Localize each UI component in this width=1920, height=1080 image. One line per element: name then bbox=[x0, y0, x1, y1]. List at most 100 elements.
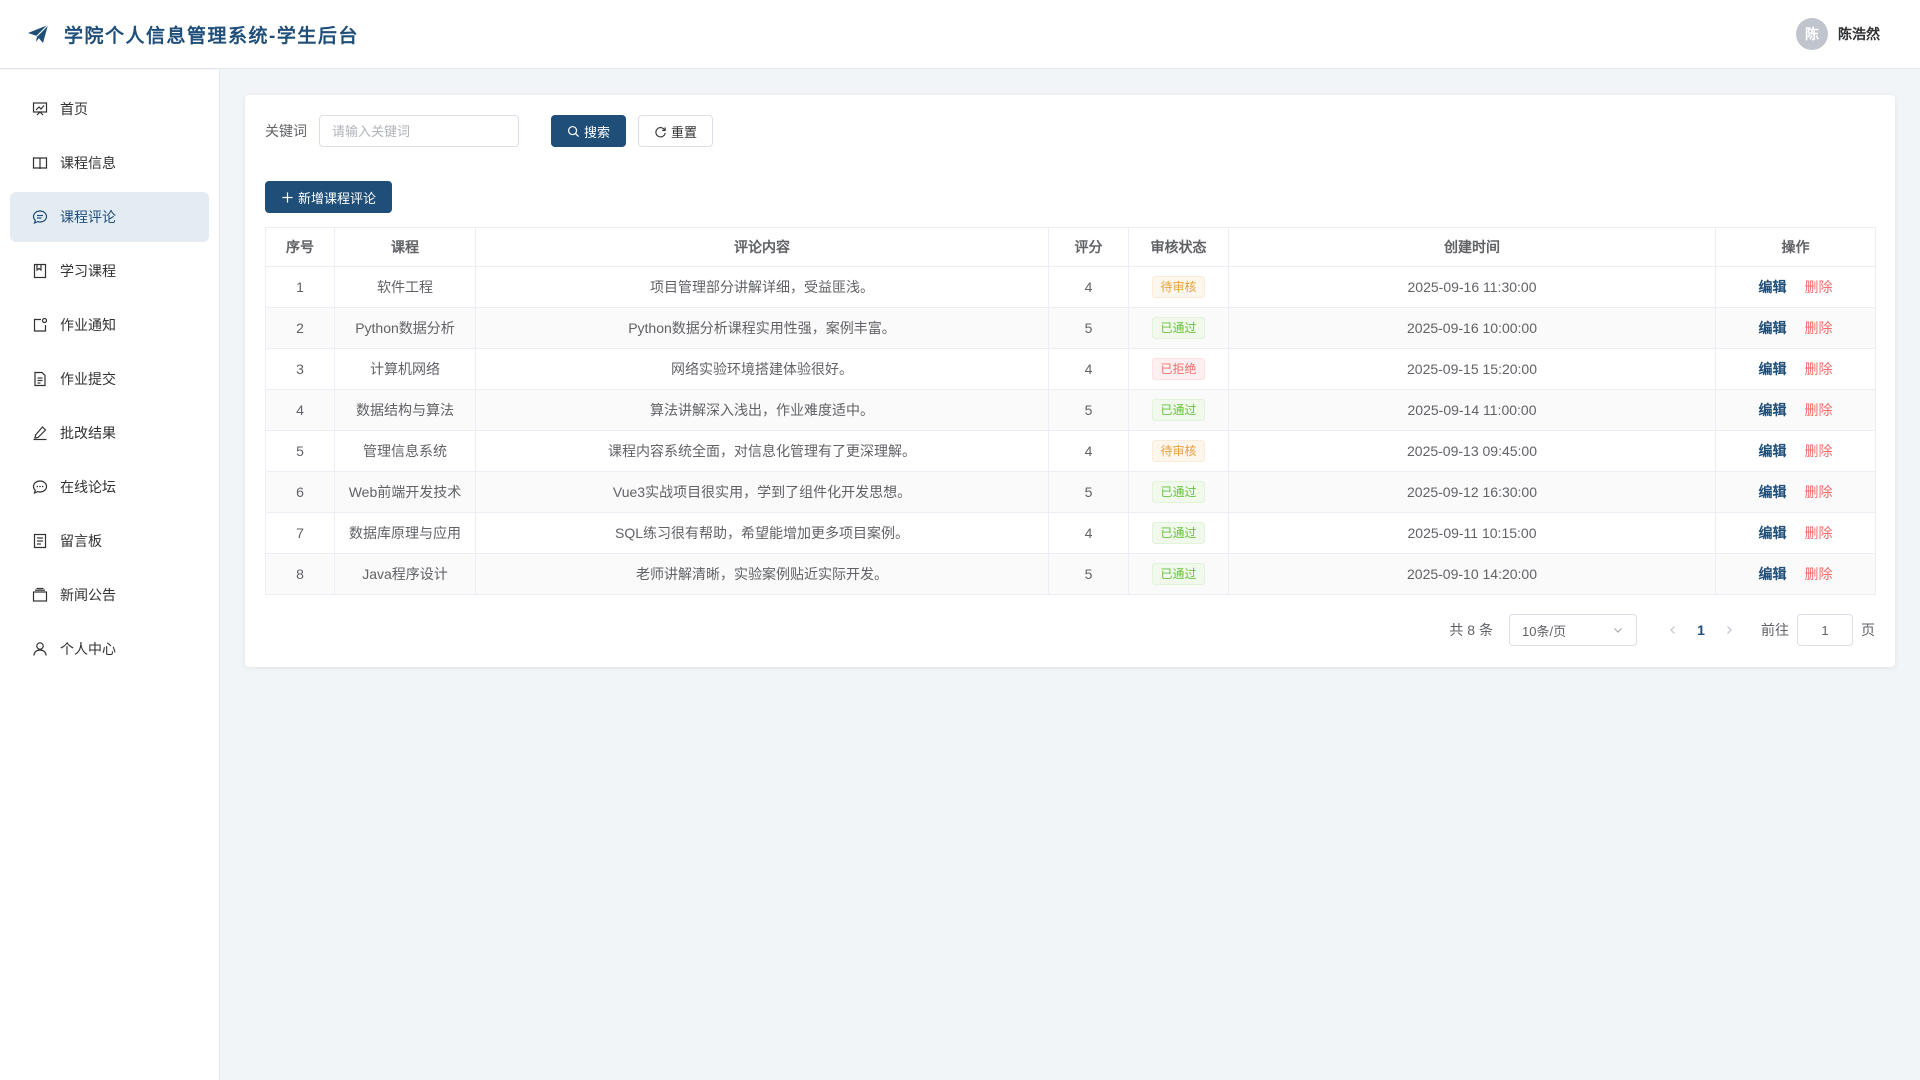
status-badge: 已通过 bbox=[1152, 399, 1205, 421]
user-name[interactable]: 陈浩然 bbox=[1838, 24, 1880, 44]
cell-no: 1 bbox=[265, 266, 335, 308]
delete-button[interactable]: 删除 bbox=[1805, 443, 1833, 459]
content-card: 关键词 搜索 重置 新增课程评论 序号 课程 评论内容 评分 审核状态 创建时间 bbox=[245, 95, 1895, 667]
cell-time: 2025-09-12 16:30:00 bbox=[1228, 471, 1716, 513]
edit-button[interactable]: 编辑 bbox=[1759, 320, 1787, 336]
cell-score: 4 bbox=[1048, 266, 1129, 308]
brand: 学院个人信息管理系统-学生后台 bbox=[26, 21, 359, 48]
edit-button[interactable]: 编辑 bbox=[1759, 361, 1787, 377]
page-number-current[interactable]: 1 bbox=[1685, 622, 1717, 638]
column-header-created-time[interactable]: 创建时间 bbox=[1228, 227, 1716, 267]
cell-no: 6 bbox=[265, 471, 335, 513]
add-comment-button[interactable]: 新增课程评论 bbox=[265, 181, 393, 213]
sidebar-item-home[interactable]: 首页 bbox=[10, 84, 209, 134]
next-page-button[interactable] bbox=[1717, 614, 1741, 646]
sidebar-item-grading-results[interactable]: 批改结果 bbox=[10, 408, 209, 458]
sidebar-item-course-info[interactable]: 课程信息 bbox=[10, 138, 209, 188]
page-size-select[interactable]: 10条/页 bbox=[1509, 614, 1637, 646]
edit-button[interactable]: 编辑 bbox=[1759, 566, 1787, 582]
avatar[interactable]: 陈 bbox=[1796, 18, 1828, 50]
edit-button[interactable]: 编辑 bbox=[1759, 525, 1787, 541]
cell-actions: 编辑 删除 bbox=[1715, 266, 1876, 308]
page-suffix: 页 bbox=[1861, 622, 1875, 638]
cell-course: 管理信息系统 bbox=[334, 430, 476, 472]
sidebar-item-label: 课程信息 bbox=[60, 155, 116, 171]
cell-course: 软件工程 bbox=[334, 266, 476, 308]
cell-score: 4 bbox=[1048, 430, 1129, 472]
sidebar-item-label: 留言板 bbox=[60, 533, 102, 549]
sidebar-item-homework-notice[interactable]: 作业通知 bbox=[10, 300, 209, 350]
sidebar-item-news[interactable]: 新闻公告 bbox=[10, 570, 209, 620]
cell-no: 2 bbox=[265, 307, 335, 349]
sidebar-item-homework-submit[interactable]: 作业提交 bbox=[10, 354, 209, 404]
table-row[interactable]: 3 计算机网络 网络实验环境搭建体验很好。 4 已拒绝 2025-09-15 1… bbox=[265, 348, 1876, 390]
delete-button[interactable]: 删除 bbox=[1805, 402, 1833, 418]
edit-button[interactable]: 编辑 bbox=[1759, 484, 1787, 500]
column-header-status[interactable]: 审核状态 bbox=[1128, 227, 1229, 267]
edit-button[interactable]: 编辑 bbox=[1759, 443, 1787, 459]
delete-button[interactable]: 删除 bbox=[1805, 361, 1833, 377]
keyword-input[interactable] bbox=[319, 115, 519, 147]
cell-course: Java程序设计 bbox=[334, 553, 476, 595]
delete-button[interactable]: 删除 bbox=[1805, 525, 1833, 541]
sidebar-item-online-forum[interactable]: 在线论坛 bbox=[10, 462, 209, 512]
table-row[interactable]: 4 数据结构与算法 算法讲解深入浅出，作业难度适中。 5 已通过 2025-09… bbox=[265, 389, 1876, 431]
cell-score: 4 bbox=[1048, 512, 1129, 554]
table-row[interactable]: 2 Python数据分析 Python数据分析课程实用性强，案例丰富。 5 已通… bbox=[265, 307, 1876, 349]
sidebar-item-study-courses[interactable]: 学习课程 bbox=[10, 246, 209, 296]
sidebar-item-message-board[interactable]: 留言板 bbox=[10, 516, 209, 566]
goto-label: 前往 bbox=[1761, 622, 1789, 638]
sidebar-item-personal-center[interactable]: 个人中心 bbox=[10, 624, 209, 674]
sidebar-item-label: 新闻公告 bbox=[60, 587, 116, 603]
edit-button[interactable]: 编辑 bbox=[1759, 279, 1787, 295]
cell-status: 已通过 bbox=[1128, 389, 1229, 431]
column-header-course[interactable]: 课程 bbox=[334, 227, 476, 267]
document-icon bbox=[32, 371, 48, 387]
top-header: 学院个人信息管理系统-学生后台 陈 陈浩然 bbox=[0, 0, 1920, 69]
cell-content: 网络实验环境搭建体验很好。 bbox=[475, 348, 1049, 390]
delete-button[interactable]: 删除 bbox=[1805, 279, 1833, 295]
goto-page-input[interactable] bbox=[1797, 614, 1853, 646]
add-comment-label: 新增课程评论 bbox=[298, 190, 377, 206]
cell-score: 4 bbox=[1048, 348, 1129, 390]
reset-button[interactable]: 重置 bbox=[638, 115, 714, 147]
delete-button[interactable]: 删除 bbox=[1805, 320, 1833, 336]
table-row[interactable]: 7 数据库原理与应用 SQL练习很有帮助，希望能增加更多项目案例。 4 已通过 … bbox=[265, 512, 1876, 554]
search-button[interactable]: 搜索 bbox=[551, 115, 627, 147]
table-row[interactable]: 1 软件工程 项目管理部分讲解详细，受益匪浅。 4 待审核 2025-09-16… bbox=[265, 266, 1876, 308]
cell-no: 8 bbox=[265, 553, 335, 595]
cell-time: 2025-09-16 11:30:00 bbox=[1228, 266, 1716, 308]
cell-actions: 编辑 删除 bbox=[1715, 348, 1876, 390]
sidebar-item-label: 个人中心 bbox=[60, 641, 116, 657]
cell-course: 数据库原理与应用 bbox=[334, 512, 476, 554]
cell-time: 2025-09-16 10:00:00 bbox=[1228, 307, 1716, 349]
chevron-down-icon bbox=[1612, 624, 1624, 636]
cell-content: 项目管理部分讲解详细，受益匪浅。 bbox=[475, 266, 1049, 308]
app-title: 学院个人信息管理系统-学生后台 bbox=[64, 25, 359, 47]
cell-no: 3 bbox=[265, 348, 335, 390]
sidebar-item-label: 批改结果 bbox=[60, 425, 116, 441]
cell-actions: 编辑 删除 bbox=[1715, 471, 1876, 513]
table-row[interactable]: 6 Web前端开发技术 Vue3实战项目很实用，学到了组件化开发思想。 5 已通… bbox=[265, 471, 1876, 513]
column-header-content[interactable]: 评论内容 bbox=[475, 227, 1049, 267]
edit-button[interactable]: 编辑 bbox=[1759, 402, 1787, 418]
user-menu[interactable]: 陈 陈浩然 bbox=[1796, 18, 1880, 50]
cell-actions: 编辑 删除 bbox=[1715, 512, 1876, 554]
delete-button[interactable]: 删除 bbox=[1805, 484, 1833, 500]
column-header-no[interactable]: 序号 bbox=[265, 227, 335, 267]
column-header-score[interactable]: 评分 bbox=[1048, 227, 1129, 267]
status-badge: 已通过 bbox=[1152, 481, 1205, 503]
sidebar-item-course-comments[interactable]: 课程评论 bbox=[10, 192, 209, 242]
plus-icon bbox=[281, 191, 294, 204]
cell-content: Vue3实战项目很实用，学到了组件化开发思想。 bbox=[475, 471, 1049, 513]
chevron-right-icon bbox=[1723, 624, 1735, 636]
cell-score: 5 bbox=[1048, 389, 1129, 431]
delete-button[interactable]: 删除 bbox=[1805, 566, 1833, 582]
table-row[interactable]: 5 管理信息系统 课程内容系统全面，对信息化管理有了更深理解。 4 待审核 20… bbox=[265, 430, 1876, 472]
dashboard-icon bbox=[32, 101, 48, 117]
news-box-icon bbox=[32, 587, 48, 603]
prev-page-button[interactable] bbox=[1661, 614, 1685, 646]
cell-score: 5 bbox=[1048, 307, 1129, 349]
table-row[interactable]: 8 Java程序设计 老师讲解清晰，实验案例贴近实际开发。 5 已通过 2025… bbox=[265, 553, 1876, 595]
cell-course: 计算机网络 bbox=[334, 348, 476, 390]
